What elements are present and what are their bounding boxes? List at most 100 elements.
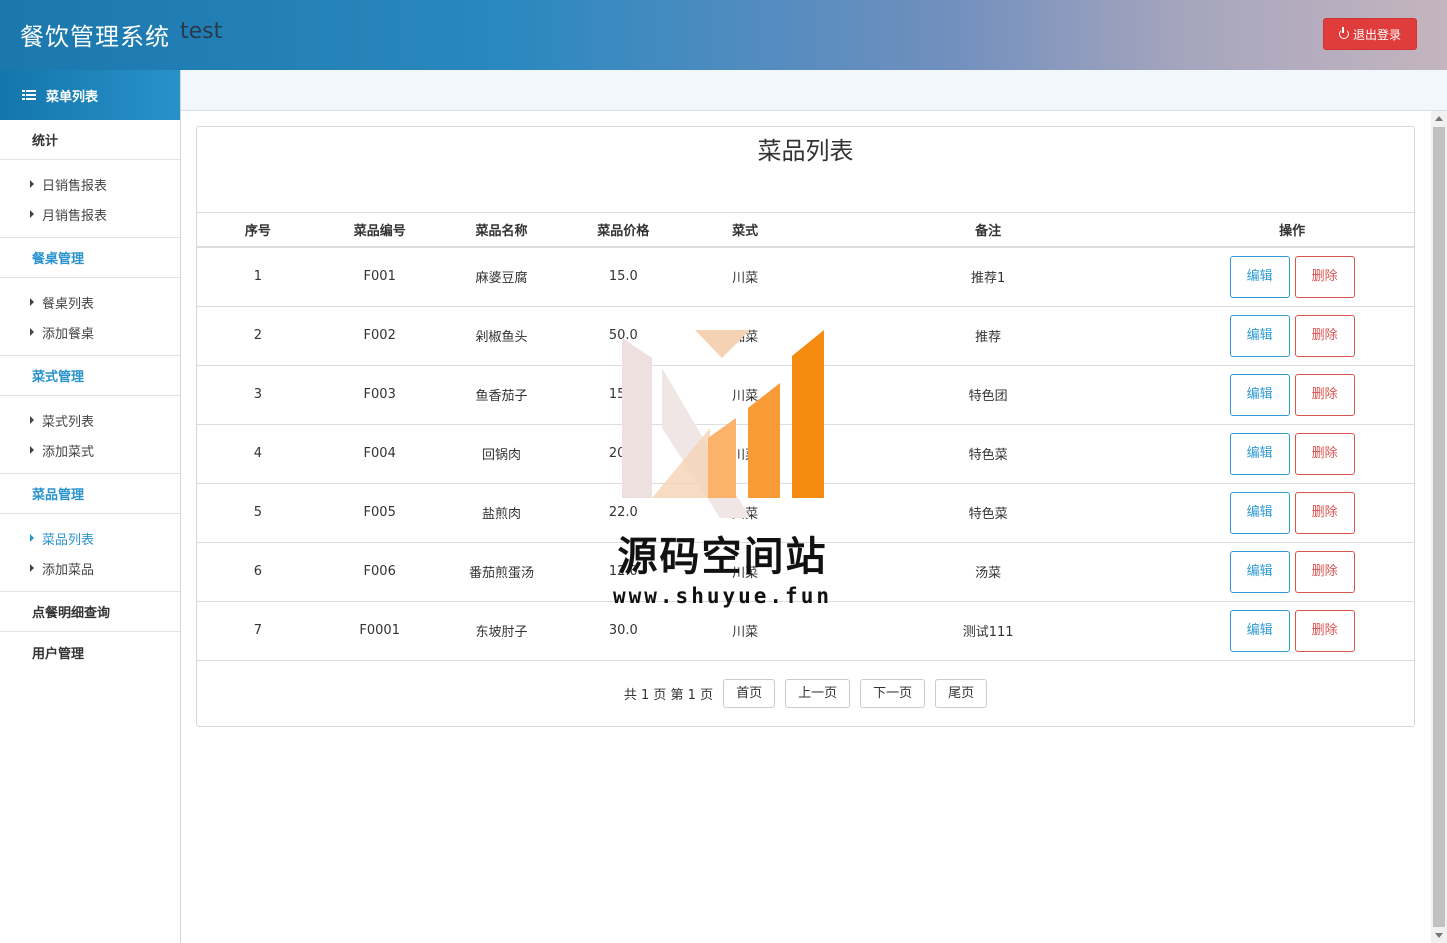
delete-button[interactable]: 删除 — [1294, 550, 1355, 593]
sidebar-item-cuisine-list[interactable]: 菜式列表 — [0, 405, 180, 435]
power-icon — [1338, 27, 1349, 39]
edit-button[interactable]: 编辑 — [1229, 550, 1290, 593]
app-header: 餐饮管理系统 test 退出登录 — [0, 0, 1447, 70]
cell-code: F005 — [318, 483, 441, 543]
pagination: 共 1 页 第 1 页 首页 上一页 下一页 尾页 — [197, 679, 1414, 708]
sidebar-item-table-list[interactable]: 餐桌列表 — [0, 287, 180, 317]
delete-button[interactable]: 删除 — [1294, 255, 1355, 298]
scrollbar-thumb[interactable] — [1433, 127, 1445, 927]
logout-button[interactable]: 退出登录 — [1323, 18, 1417, 50]
sidebar: 菜单列表 统计 日销售报表 月销售报表 餐桌管理 餐桌列表 添加餐桌 菜式管理 … — [0, 70, 181, 943]
edit-button[interactable]: 编辑 — [1229, 491, 1290, 534]
cell-name: 盐煎肉 — [440, 483, 563, 543]
vertical-scrollbar[interactable] — [1431, 111, 1447, 943]
cell-price: 15.0 — [562, 247, 685, 307]
delete-button[interactable]: 删除 — [1294, 314, 1355, 357]
cell-note: 特色菜 — [805, 483, 1171, 543]
cell-name: 回锅肉 — [440, 424, 563, 484]
cell-actions: 编辑 删除 — [1170, 424, 1414, 484]
sidebar-item-label: 月销售报表 — [42, 208, 108, 224]
column-header: 菜品价格 — [562, 213, 685, 248]
edit-button[interactable]: 编辑 — [1229, 373, 1290, 416]
table-header-row: 序号 菜品编号 菜品名称 菜品价格 菜式 备注 操作 — [197, 213, 1414, 248]
next-page-button[interactable]: 下一页 — [860, 679, 926, 708]
caret-right-icon — [30, 328, 34, 336]
list-icon — [22, 90, 36, 100]
delete-button[interactable]: 删除 — [1294, 491, 1355, 534]
cell-actions: 编辑 删除 — [1170, 247, 1414, 307]
cell-note: 汤菜 — [805, 542, 1171, 602]
sidebar-item-monthly-report[interactable]: 月销售报表 — [0, 199, 180, 229]
current-user: test — [180, 19, 223, 44]
edit-button[interactable]: 编辑 — [1229, 255, 1290, 298]
edit-button[interactable]: 编辑 — [1229, 609, 1290, 652]
cell-name: 麻婆豆腐 — [440, 247, 563, 307]
scroll-up-arrow-icon[interactable] — [1435, 116, 1443, 121]
delete-button[interactable]: 删除 — [1294, 609, 1355, 652]
sidebar-item-label: 日销售报表 — [42, 178, 108, 194]
first-page-button[interactable]: 首页 — [723, 679, 776, 708]
table-row: 6 F006 番茄煎蛋汤 12.0 川菜 汤菜 编辑 删除 — [197, 542, 1414, 602]
sidebar-group-order-details[interactable]: 点餐明细查询 — [0, 592, 180, 632]
caret-right-icon — [30, 564, 34, 572]
edit-button[interactable]: 编辑 — [1229, 314, 1290, 357]
caret-right-icon — [30, 534, 34, 542]
cell-code: F002 — [318, 306, 441, 366]
sidebar-item-add-cuisine[interactable]: 添加菜式 — [0, 435, 180, 465]
sidebar-item-label: 添加菜式 — [42, 444, 95, 460]
cell-actions: 编辑 删除 — [1170, 306, 1414, 366]
cell-name: 番茄煎蛋汤 — [440, 542, 563, 602]
delete-button[interactable]: 删除 — [1294, 432, 1355, 475]
sidebar-item-daily-report[interactable]: 日销售报表 — [0, 169, 180, 199]
cell-actions: 编辑 删除 — [1170, 601, 1414, 661]
cell-price: 50.0 — [562, 306, 685, 366]
cell-actions: 编辑 删除 — [1170, 483, 1414, 543]
sidebar-item-dish-list[interactable]: 菜品列表 — [0, 523, 180, 553]
cell-no: 2 — [197, 306, 319, 366]
cell-type: 川菜 — [684, 483, 806, 543]
table-row: 5 F005 盐煎肉 22.0 川菜 特色菜 编辑 删除 — [197, 483, 1414, 543]
cell-no: 4 — [197, 424, 319, 484]
column-header: 序号 — [197, 213, 319, 248]
cell-type: 湘菜 — [684, 306, 806, 366]
cell-no: 3 — [197, 365, 319, 425]
cell-price: 20.0 — [562, 424, 685, 484]
sidebar-item-label: 菜式列表 — [42, 414, 95, 430]
last-page-button[interactable]: 尾页 — [935, 679, 988, 708]
cell-price: 15.0 — [562, 365, 685, 425]
sidebar-item-label: 餐桌列表 — [42, 296, 95, 312]
column-header: 菜品编号 — [318, 213, 441, 248]
cell-no: 6 — [197, 542, 319, 602]
dish-table: 序号 菜品编号 菜品名称 菜品价格 菜式 备注 操作 1 F001 麻婆豆腐 15.0… — [197, 213, 1414, 661]
cell-note: 特色菜 — [805, 424, 1171, 484]
table-row: 3 F003 鱼香茄子 15.0 川菜 特色团 编辑 删除 — [197, 365, 1414, 425]
cell-price: 22.0 — [562, 483, 685, 543]
sidebar-group-cuisines[interactable]: 菜式管理 — [0, 356, 180, 396]
cell-note: 推荐 — [805, 306, 1171, 366]
cell-no: 7 — [197, 601, 319, 661]
cell-price: 12.0 — [562, 542, 685, 602]
edit-button[interactable]: 编辑 — [1229, 432, 1290, 475]
sidebar-group-dishes[interactable]: 菜品管理 — [0, 474, 180, 514]
delete-button[interactable]: 删除 — [1294, 373, 1355, 416]
prev-page-button[interactable]: 上一页 — [785, 679, 851, 708]
scroll-down-arrow-icon[interactable] — [1435, 933, 1443, 938]
table-row: 4 F004 回锅肉 20.0 川菜 特色菜 编辑 删除 — [197, 424, 1414, 484]
sidebar-item-label: 添加菜品 — [42, 562, 95, 578]
table-row: 7 F0001 东坡肘子 30.0 川菜 测试111 编辑 删除 — [197, 601, 1414, 661]
caret-right-icon — [30, 446, 34, 454]
sidebar-group-users[interactable]: 用户管理 — [0, 632, 180, 672]
sidebar-item-add-table[interactable]: 添加餐桌 — [0, 317, 180, 347]
sidebar-item-add-dish[interactable]: 添加菜品 — [0, 553, 180, 583]
sidebar-group-tables[interactable]: 餐桌管理 — [0, 238, 180, 278]
cell-no: 1 — [197, 247, 319, 307]
sidebar-header: 菜单列表 — [0, 70, 180, 120]
column-header: 操作 — [1170, 213, 1414, 248]
cell-type: 川菜 — [684, 601, 806, 661]
cell-type: 川菜 — [684, 365, 806, 425]
sidebar-item-label: 添加餐桌 — [42, 326, 95, 342]
caret-right-icon — [30, 298, 34, 306]
sidebar-group-stats[interactable]: 统计 — [0, 120, 180, 160]
cell-code: F003 — [318, 365, 441, 425]
dish-list-panel: 菜品列表 序号 菜品编号 菜品名称 菜品价格 菜式 备注 操作 1 F001 麻婆豆… — [196, 126, 1415, 727]
